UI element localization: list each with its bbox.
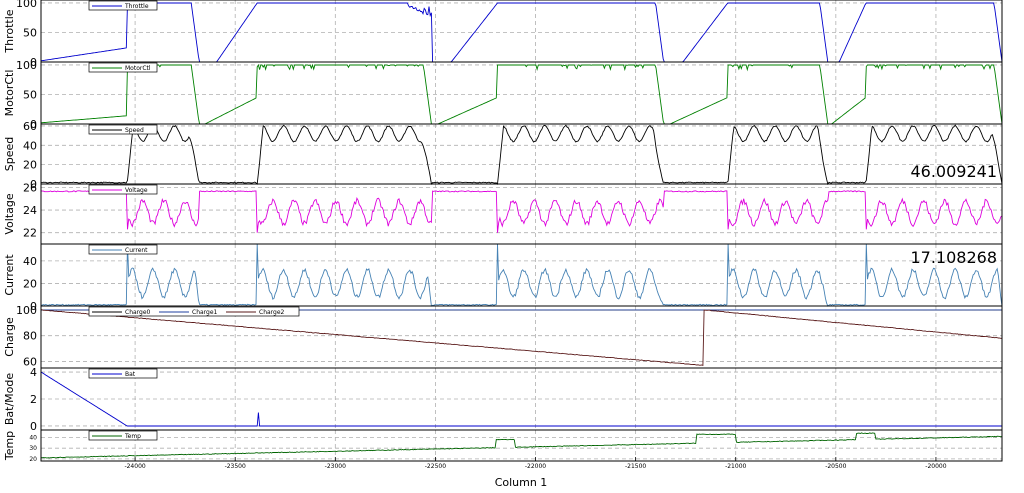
x-axis-label: Column 1 xyxy=(495,476,548,489)
legend: Temp xyxy=(88,430,158,441)
series-line-current xyxy=(40,243,1003,307)
y-tick-label: 30 xyxy=(29,445,37,452)
series-line-voltage xyxy=(40,190,1003,233)
x-tick-label: -22000 xyxy=(525,463,546,470)
y-tick-label: 60 xyxy=(23,120,37,133)
legend: Voltage xyxy=(88,184,158,195)
legend: Charge0 Charge1 Charge2 xyxy=(88,306,300,317)
y-axis-label: Throttle xyxy=(3,9,16,53)
y-axis-label: Speed xyxy=(3,137,16,171)
legend: Current xyxy=(88,244,158,255)
legend-label: Charge0 xyxy=(125,309,151,316)
panel-frame xyxy=(40,183,1003,245)
x-tick-label: -23000 xyxy=(325,463,346,470)
series-line-speed xyxy=(40,124,1003,186)
series-line-temp xyxy=(41,432,1003,459)
y-tick-label: 22 xyxy=(23,227,37,240)
x-tick-label: -20500 xyxy=(825,463,846,470)
legend-label: Charge2 xyxy=(259,309,285,316)
value-readout: 17.108268 xyxy=(910,248,997,267)
legend-box xyxy=(88,368,158,379)
legend-label: Throttle xyxy=(124,3,149,10)
y-axis-label: Current xyxy=(3,254,16,296)
y-tick-label: 40 xyxy=(29,434,37,441)
panel-frame xyxy=(40,61,1003,125)
panel-throttle: 050100 ThrottleThrottle xyxy=(3,0,1003,69)
x-tick-label: -22500 xyxy=(425,463,446,470)
chart-panels: 050100 ThrottleThrottle050100 MotorCtlMoto… xyxy=(3,0,1003,463)
x-tick-label: -21500 xyxy=(625,463,646,470)
series-line-bat xyxy=(40,371,1002,427)
value-readout: 46.009241 xyxy=(910,162,997,181)
x-tick-label: -20000 xyxy=(925,463,946,470)
legend: Bat xyxy=(88,368,158,379)
legend-box xyxy=(88,430,158,441)
legend-label: Charge1 xyxy=(192,309,218,316)
y-tick-label: 20 xyxy=(23,159,37,172)
y-tick-label: 4 xyxy=(30,366,37,379)
y-tick-label: 50 xyxy=(23,88,37,101)
y-tick-label: 40 xyxy=(23,255,37,268)
legend-label: Speed xyxy=(125,127,144,134)
legend-label: MotorCtl xyxy=(125,65,151,72)
legend-box xyxy=(88,124,158,135)
legend: MotorCtl xyxy=(88,62,158,73)
legend: Throttle xyxy=(88,0,158,11)
y-tick-label: 2 xyxy=(30,393,37,406)
series-line-throttle xyxy=(40,2,1003,63)
panel-bat-mode: 0 2 4 Bat Bat/Mode xyxy=(3,366,1003,433)
y-axis-label: Bat/Mode xyxy=(3,373,16,426)
panel-frame xyxy=(40,367,1003,431)
y-tick-label: 20 xyxy=(29,456,37,463)
panel-frame xyxy=(40,123,1003,185)
y-tick-label: 100 xyxy=(16,304,37,317)
y-axis-label: Temp xyxy=(3,431,16,461)
y-tick-label: 100 xyxy=(16,0,37,10)
y-tick-label: 20 xyxy=(23,277,37,290)
panel-voltage: 22 24 26 Voltage Voltage xyxy=(3,181,1003,245)
legend-label: Current xyxy=(125,247,148,254)
y-tick-label: 26 xyxy=(23,181,37,194)
legend: Speed xyxy=(88,124,158,135)
panel-speed: 0204060 SpeedSpeed46.009241 xyxy=(3,120,1003,191)
legend-label: Voltage xyxy=(125,187,148,194)
x-tick-label: -23500 xyxy=(225,463,246,470)
y-tick-label: 50 xyxy=(23,26,37,39)
panel-current: 02040CurrentCurrent 17.108268 xyxy=(3,243,1003,313)
panel-frame xyxy=(40,429,1003,462)
y-axis-label: MotorCtl xyxy=(3,70,16,117)
panel-temp: 20 30 40 Temp Temp xyxy=(3,429,1003,463)
series-line-motorctl xyxy=(40,63,1003,125)
x-tick-label: -21000 xyxy=(725,463,746,470)
panel-frame xyxy=(40,0,1003,63)
y-tick-label: 100 xyxy=(16,59,37,72)
y-tick-label: 80 xyxy=(23,330,37,343)
legend-label: Temp xyxy=(124,433,141,440)
multi-panel-line-chart: 050100 ThrottleThrottle050100 MotorCtlMoto… xyxy=(3,0,1003,489)
y-tick-label: 24 xyxy=(23,204,37,217)
panel-charge: 6080100 Charge0 Charge1 Charge2Charge xyxy=(3,304,1003,369)
y-tick-label: 0 xyxy=(30,420,37,433)
series-line-charge2 xyxy=(40,309,1002,367)
x-tick-label: -24000 xyxy=(124,463,145,470)
y-axis-label: Charge xyxy=(3,317,16,357)
panel-motorctl: 050100 MotorCtlMotorCtl xyxy=(3,59,1003,131)
y-axis-label: Voltage xyxy=(3,193,16,234)
legend-label: Bat xyxy=(125,371,136,378)
y-tick-label: 40 xyxy=(23,139,37,152)
